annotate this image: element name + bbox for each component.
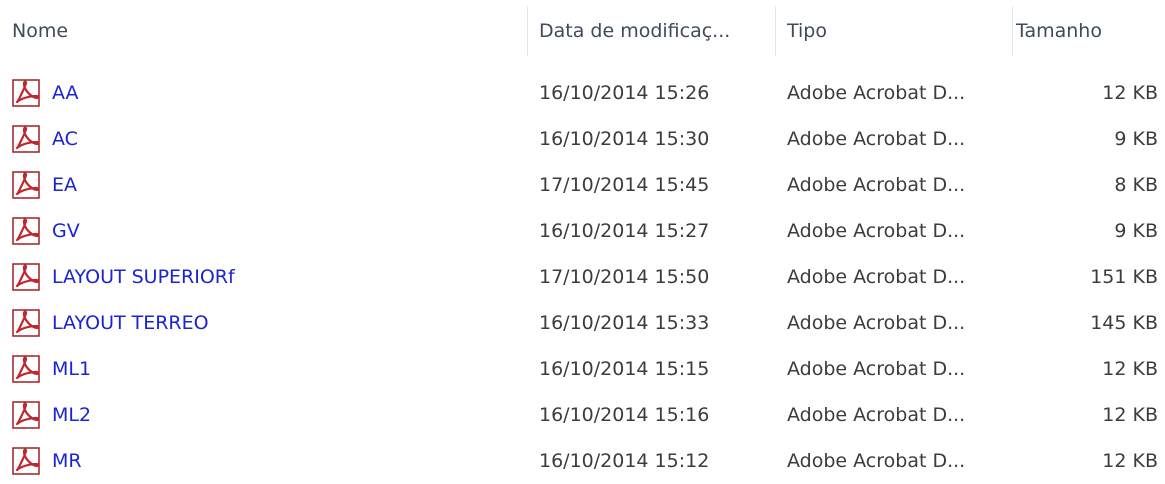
file-size: 12 KB [1102, 450, 1158, 472]
pdf-icon [12, 263, 40, 291]
column-header-bar: Nome Data de modificaç... Tipo Tamanho [0, 0, 1165, 62]
file-row[interactable]: EA 17/10/2014 15:45 Adobe Acrobat D... 8… [0, 162, 1165, 208]
file-name: LAYOUT TERREO [52, 312, 209, 334]
file-size: 8 KB [1114, 174, 1158, 196]
file-size: 12 KB [1102, 404, 1158, 426]
file-size: 151 KB [1090, 266, 1158, 288]
column-header-date[interactable]: Data de modificaç... [539, 0, 769, 62]
file-name: AC [52, 128, 78, 150]
file-date: 16/10/2014 15:26 [539, 82, 710, 104]
file-date: 16/10/2014 15:30 [539, 128, 710, 150]
pdf-icon [12, 171, 40, 199]
file-type: Adobe Acrobat D... [787, 450, 966, 472]
file-row[interactable]: ML2 16/10/2014 15:16 Adobe Acrobat D... … [0, 392, 1165, 438]
file-name: EA [52, 174, 78, 196]
column-divider[interactable] [775, 6, 776, 56]
column-divider[interactable] [1012, 6, 1013, 56]
file-name: AA [52, 82, 79, 104]
file-row[interactable]: LAYOUT SUPERIORf 17/10/2014 15:50 Adobe … [0, 254, 1165, 300]
column-header-name[interactable]: Nome [12, 0, 512, 62]
file-name-cell[interactable]: GV [12, 208, 512, 254]
file-type: Adobe Acrobat D... [787, 358, 966, 380]
file-name-cell[interactable]: LAYOUT TERREO [12, 300, 512, 346]
pdf-icon [12, 217, 40, 245]
file-name-cell[interactable]: LAYOUT SUPERIORf [12, 254, 512, 300]
file-row[interactable]: ML1 16/10/2014 15:15 Adobe Acrobat D... … [0, 346, 1165, 392]
file-name-cell[interactable]: AA [12, 70, 512, 116]
file-date: 17/10/2014 15:45 [539, 174, 710, 196]
file-date: 16/10/2014 15:33 [539, 312, 710, 334]
file-type: Adobe Acrobat D... [787, 128, 966, 150]
column-header-type[interactable]: Tipo [787, 0, 1007, 62]
file-date: 16/10/2014 15:15 [539, 358, 710, 380]
file-type: Adobe Acrobat D... [787, 174, 966, 196]
file-row[interactable]: AA 16/10/2014 15:26 Adobe Acrobat D... 1… [0, 70, 1165, 116]
file-name: ML1 [52, 358, 92, 380]
file-row[interactable]: MR 16/10/2014 15:12 Adobe Acrobat D... 1… [0, 438, 1165, 484]
file-date: 17/10/2014 15:50 [539, 266, 710, 288]
file-name-cell[interactable]: EA [12, 162, 512, 208]
file-date: 16/10/2014 15:12 [539, 450, 710, 472]
file-row[interactable]: LAYOUT TERREO 16/10/2014 15:33 Adobe Acr… [0, 300, 1165, 346]
file-size: 9 KB [1114, 220, 1158, 242]
pdf-icon [12, 355, 40, 383]
file-name-cell[interactable]: AC [12, 116, 512, 162]
pdf-icon [12, 447, 40, 475]
column-header-size[interactable]: Tamanho [1016, 0, 1156, 62]
pdf-icon [12, 125, 40, 153]
pdf-icon [12, 79, 40, 107]
file-row[interactable]: GV 16/10/2014 15:27 Adobe Acrobat D... 9… [0, 208, 1165, 254]
file-type: Adobe Acrobat D... [787, 404, 966, 426]
pdf-icon [12, 309, 40, 337]
file-size: 145 KB [1090, 312, 1158, 334]
file-size: 9 KB [1114, 128, 1158, 150]
file-type: Adobe Acrobat D... [787, 82, 966, 104]
file-name: LAYOUT SUPERIORf [52, 266, 235, 288]
file-name-cell[interactable]: ML1 [12, 346, 512, 392]
file-size: 12 KB [1102, 82, 1158, 104]
file-name: MR [52, 450, 82, 472]
pdf-icon [12, 401, 40, 429]
file-name-cell[interactable]: ML2 [12, 392, 512, 438]
file-name: ML2 [52, 404, 92, 426]
file-name-cell[interactable]: MR [12, 438, 512, 484]
file-size: 12 KB [1102, 358, 1158, 380]
file-row[interactable]: AC 16/10/2014 15:30 Adobe Acrobat D... 9… [0, 116, 1165, 162]
file-type: Adobe Acrobat D... [787, 266, 966, 288]
file-rows: AA 16/10/2014 15:26 Adobe Acrobat D... 1… [0, 70, 1165, 484]
file-type: Adobe Acrobat D... [787, 220, 966, 242]
file-date: 16/10/2014 15:16 [539, 404, 710, 426]
file-date: 16/10/2014 15:27 [539, 220, 710, 242]
file-list: Nome Data de modificaç... Tipo Tamanho A… [0, 0, 1165, 475]
column-divider[interactable] [527, 6, 528, 56]
file-type: Adobe Acrobat D... [787, 312, 966, 334]
file-name: GV [52, 220, 80, 242]
